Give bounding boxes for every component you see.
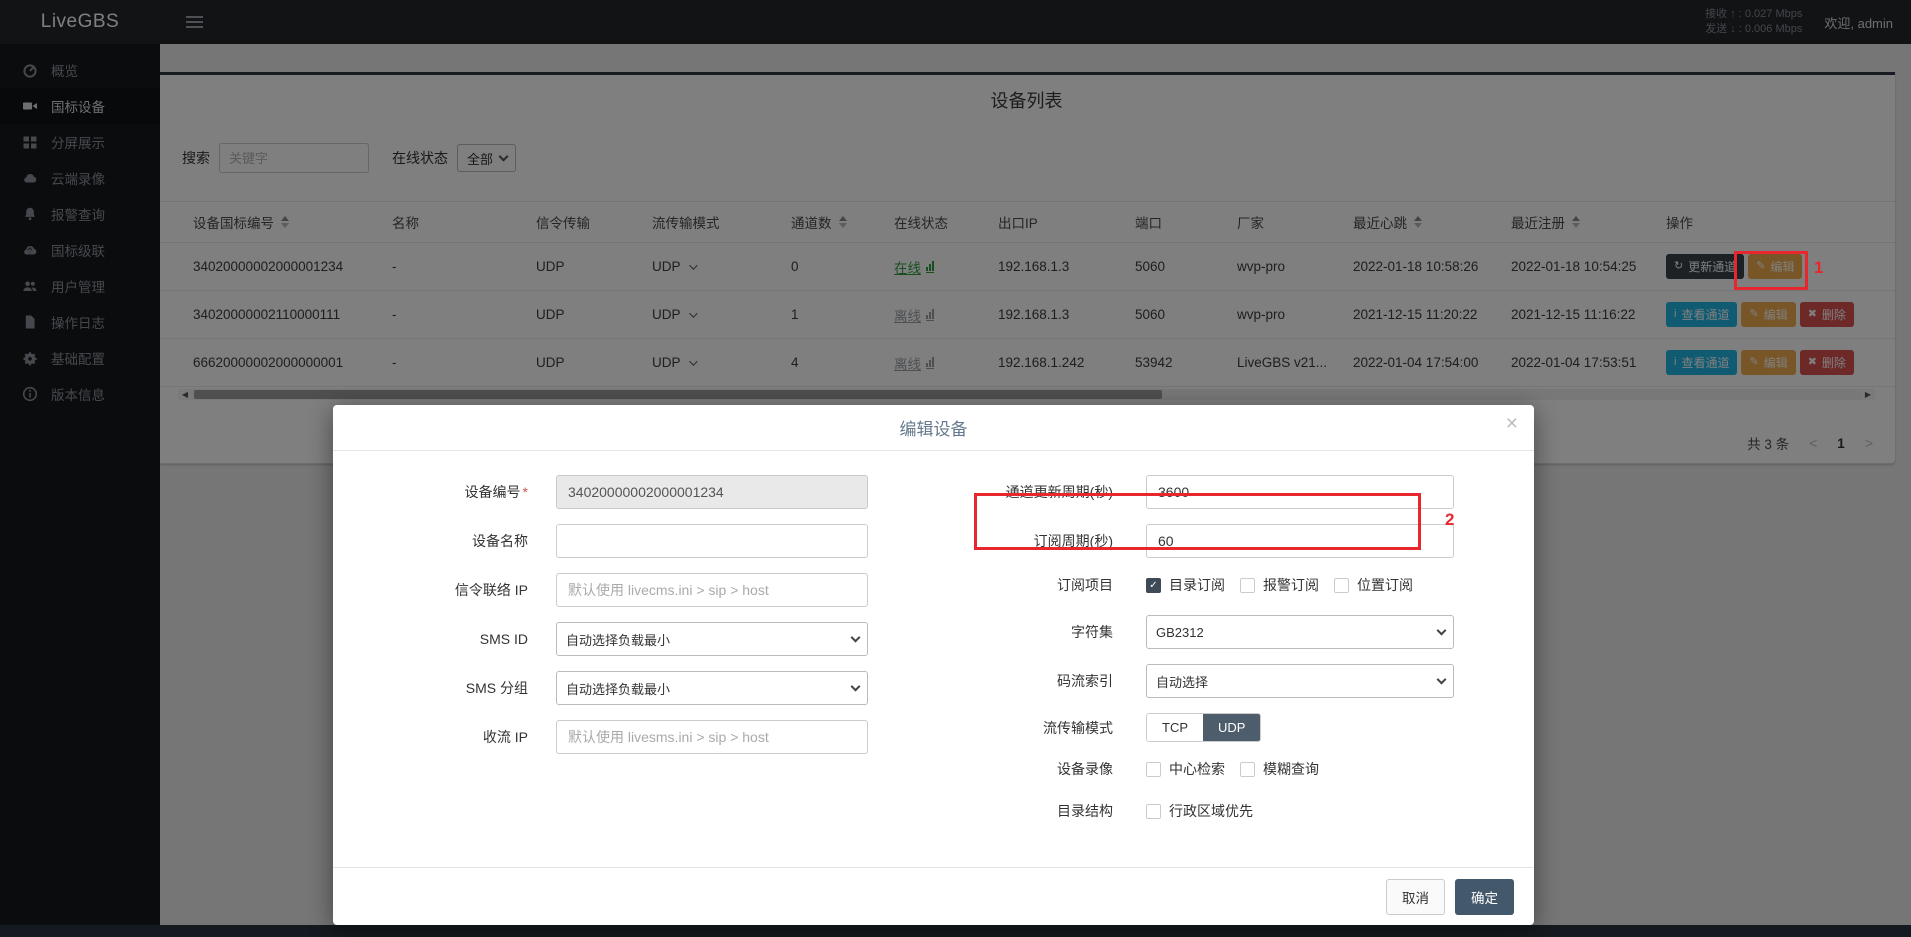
stream-mode-label: 流传输模式 (943, 718, 1113, 738)
checkbox-icon (1240, 578, 1255, 593)
annotation-box-1 (1734, 251, 1808, 290)
admin-region-first-checkbox[interactable]: 行政区域优先 (1146, 801, 1253, 821)
stream-index-label: 码流索引 (943, 671, 1113, 691)
edit-device-modal: 编辑设备 × 设备编号* 设备名称 信令联络 IP SMS ID 自动选择负载最… (333, 405, 1534, 925)
alarm-subscribe-checkbox[interactable]: 报警订阅 (1240, 575, 1319, 595)
modal-footer: 取消 确定 (333, 867, 1534, 925)
checkbox-checked-icon: ✓ (1146, 578, 1161, 593)
sms-group-label: SMS 分组 (373, 678, 528, 698)
center-search-checkbox[interactable]: 中心检索 (1146, 759, 1225, 779)
charset-select[interactable]: GB2312 (1146, 615, 1454, 649)
charset-label: 字符集 (943, 622, 1113, 642)
modal-title: 编辑设备 (900, 415, 968, 440)
udp-option[interactable]: UDP (1203, 714, 1260, 741)
recv-ip-label: 收流 IP (373, 727, 528, 747)
modal-header: 编辑设备 × (333, 405, 1534, 451)
annotation-box-2 (974, 493, 1421, 550)
catalog-subscribe-checkbox[interactable]: ✓目录订阅 (1146, 575, 1225, 595)
chevron-down-icon (851, 633, 861, 643)
cancel-button[interactable]: 取消 (1386, 879, 1445, 915)
device-id-field (556, 475, 868, 509)
device-name-label: 设备名称 (373, 531, 528, 551)
sms-id-select[interactable]: 自动选择负载最小 (556, 622, 868, 656)
checkbox-icon (1146, 804, 1161, 819)
close-icon[interactable]: × (1506, 413, 1518, 434)
sms-id-label: SMS ID (373, 631, 528, 647)
stream-receive-ip-field[interactable] (556, 720, 868, 754)
sms-group-select[interactable]: 自动选择负载最小 (556, 671, 868, 705)
sip-contact-ip-field[interactable] (556, 573, 868, 607)
required-asterisk: * (523, 484, 528, 500)
checkbox-icon (1334, 578, 1349, 593)
device-name-field[interactable] (556, 524, 868, 558)
fuzzy-query-checkbox[interactable]: 模糊查询 (1240, 759, 1319, 779)
tcp-option[interactable]: TCP (1147, 714, 1203, 741)
position-subscribe-checkbox[interactable]: 位置订阅 (1334, 575, 1413, 595)
subscribe-items-label: 订阅项目 (943, 575, 1113, 595)
device-id-label: 设备编号* (373, 482, 528, 502)
annotation-number-2: 2 (1445, 510, 1454, 530)
chevron-down-icon (1437, 626, 1447, 636)
chevron-down-icon (851, 682, 861, 692)
dir-struct-label: 目录结构 (943, 801, 1113, 821)
stream-index-select[interactable]: 自动选择 (1146, 664, 1454, 698)
device-record-label: 设备录像 (943, 759, 1113, 779)
chevron-down-icon (1437, 675, 1447, 685)
stream-mode-toggle: TCP UDP (1146, 713, 1261, 742)
checkbox-icon (1240, 762, 1255, 777)
ok-button[interactable]: 确定 (1455, 879, 1514, 915)
sip-ip-label: 信令联络 IP (373, 580, 528, 600)
annotation-number-1: 1 (1814, 258, 1823, 278)
checkbox-icon (1146, 762, 1161, 777)
